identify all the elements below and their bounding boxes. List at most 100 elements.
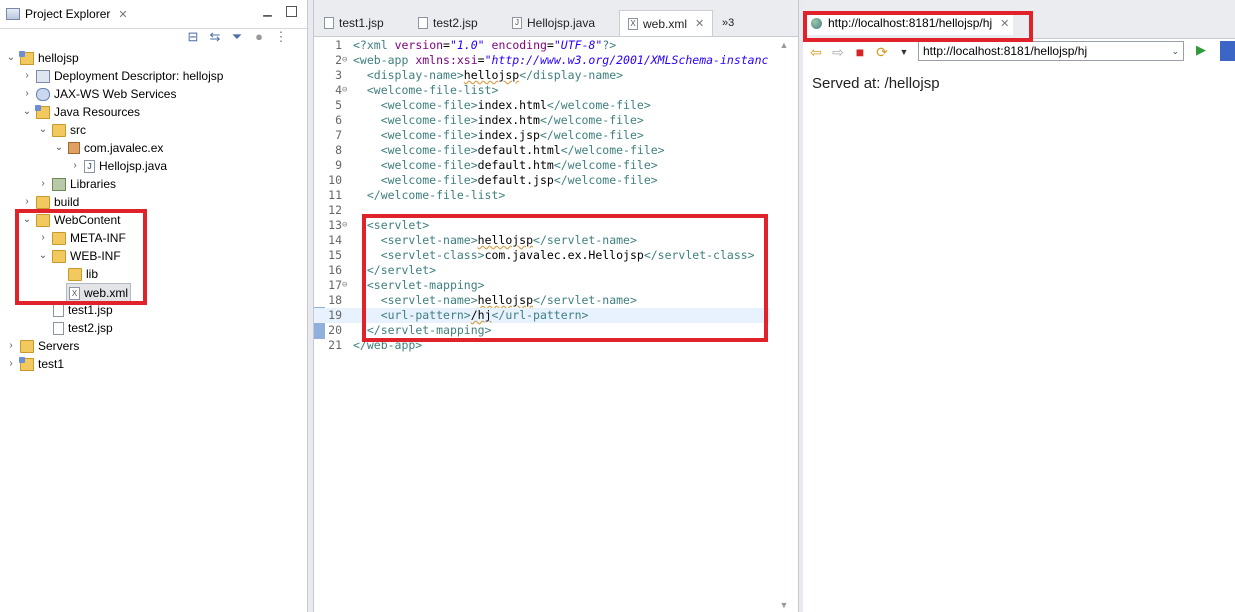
project-explorer-title: Project Explorer [25,7,111,21]
tree-item-deployment-descriptor[interactable]: › Deployment Descriptor: hellojsp [21,67,223,85]
tab-label: web.xml [643,16,688,31]
project-explorer-icon [6,8,20,20]
package-icon [68,142,80,154]
fold-icon[interactable]: ⊖ [342,278,352,293]
jsp-file-icon [53,321,64,335]
line-number: 5 [335,98,342,112]
tree-item-jax-ws[interactable]: › JAX-WS Web Services [21,85,176,103]
code-line: 7 <welcome-file>index.jsp</welcome-file> [314,128,770,143]
chevron-down-icon[interactable]: ▼ [895,43,913,61]
line-number: 6 [335,113,342,127]
fold-icon[interactable]: ⊖ [342,83,352,98]
editor-tabbar: test1.jsp test2.jsp J Hellojsp.java Xweb.… [314,0,798,37]
tree-item-label: test1 [38,357,65,371]
folder-icon [36,195,50,209]
chevron-down-icon[interactable]: ⌄ [1171,42,1179,60]
fold-icon[interactable]: ⊖ [342,53,352,68]
refresh-icon[interactable]: ⟳ [873,43,891,61]
link-editor-icon[interactable]: ⇆ [207,29,223,45]
jsp-file-icon [53,303,64,317]
line-number: 4 [335,83,342,97]
chevron-right-icon[interactable]: › [5,355,17,373]
code-line: 9 <welcome-file>default.htm</welcome-fil… [314,158,770,173]
tab-test1-jsp[interactable]: test1.jsp [316,10,392,36]
scroll-down-icon[interactable]: ▼ [770,600,798,610]
tree-item-java-resources[interactable]: ⌄ Java Resources [21,103,140,121]
folder-icon [20,339,34,353]
tree-item-libraries[interactable]: › Libraries [37,175,116,193]
tree-item-label: Libraries [70,177,117,191]
explorer-toolbar: ⊟ ⇆ ⏷ ● ⋮ [185,29,289,49]
line-number: 1 [335,38,342,52]
line-number: 3 [335,68,342,82]
tab-project-explorer[interactable]: Project Explorer ✕ [0,0,134,28]
chevron-down-icon[interactable]: ⌄ [37,121,49,139]
chevron-down-icon[interactable]: ⌄ [5,49,17,67]
tree-item-package[interactable]: ⌄ com.javalec.ex [53,139,164,157]
close-icon[interactable]: ✕ [118,8,127,21]
tab-test2-jsp[interactable]: test2.jsp [410,10,486,36]
editor-panel: test1.jsp test2.jsp J Hellojsp.java Xweb.… [313,0,799,612]
project-icon [19,356,34,371]
tab-overflow[interactable]: »3 [714,10,742,36]
chevron-down-icon[interactable]: ⌄ [53,139,65,157]
code-line: 3 <display-name>hellojsp</display-name> [314,68,770,83]
tab-web-xml[interactable]: Xweb.xml ✕ [619,10,714,36]
close-icon[interactable]: ✕ [695,17,704,30]
collapse-all-icon[interactable]: ⊟ [185,29,201,45]
tree-item-label: test2.jsp [68,321,113,335]
maximize-icon[interactable] [286,6,297,17]
filter-icon[interactable]: ⏷ [229,29,245,45]
tree-item-label: JAX-WS Web Services [54,87,177,101]
tree-item-label: hellojsp [38,51,79,65]
tree-item-hellojsp-java[interactable]: › J Hellojsp.java [69,157,167,175]
tree-item-hellojsp[interactable]: ⌄ hellojsp [5,49,79,67]
chevron-down-icon[interactable]: ⌄ [21,103,33,121]
chevron-right-icon[interactable]: › [21,67,33,85]
code-line: 1 <?xml version="1.0" encoding="UTF-8"?> [314,38,770,53]
line-number: 20 [328,323,342,337]
external-browser-icon[interactable] [1220,41,1235,61]
code-line: 2 ⊖ <web-app xmlns:xsi="http://www.w3.org/… [314,53,770,68]
chevron-right-icon[interactable]: › [5,337,17,355]
url-input[interactable]: http://localhost:8181/hellojsp/hj ⌄ [918,41,1184,61]
line-number: 14 [328,233,342,247]
java-resources-icon [35,104,50,119]
java-file-icon: J [512,17,522,29]
line-number: 10 [328,173,342,187]
fold-icon[interactable]: ⊖ [342,218,352,233]
project-explorer-tabbar: Project Explorer ✕ ▁ [0,0,307,29]
back-icon[interactable]: ⇦ [807,43,825,61]
tree-item-servers[interactable]: › Servers [5,337,79,355]
xml-file-icon: X [628,17,638,30]
tab-hellojsp-java[interactable]: J Hellojsp.java [504,10,603,36]
code-line: 10 <welcome-file>default.jsp</welcome-fi… [314,173,770,188]
tree-item-label: Hellojsp.java [99,159,168,173]
tree-item-src[interactable]: ⌄ src [37,121,86,139]
tree-item-label: Deployment Descriptor: hellojsp [54,69,224,83]
editor-vertical-scrollbar[interactable]: ▲ ▼ [770,38,798,612]
tree-item-test2-jsp[interactable]: test2.jsp [53,319,113,337]
browser-panel: http://localhost:8181/hellojsp/hj ✕ ⇦ ⇨ … [803,0,1235,612]
scroll-up-icon[interactable]: ▲ [770,40,798,50]
chevron-right-icon[interactable]: › [37,175,49,193]
url-text: http://localhost:8181/hellojsp/hj [923,44,1088,58]
line-number: 2 [335,53,342,67]
view-menu-icon[interactable]: ⋮ [273,29,289,45]
line-number: 15 [328,248,342,262]
chevron-right-icon[interactable]: › [21,85,33,103]
views-icon[interactable]: ● [251,29,267,45]
annotation-box-url [803,11,1033,42]
tree-item-test1[interactable]: › test1 [5,355,64,373]
line-number: 16 [328,263,342,277]
code-line: 6 <welcome-file>index.htm</welcome-file> [314,113,770,128]
tree-item-label: Servers [38,339,80,353]
forward-icon[interactable]: ⇨ [829,43,847,61]
line-number: 18 [328,293,342,307]
go-icon[interactable]: ▶ [1196,42,1206,58]
stop-icon[interactable]: ■ [851,43,869,61]
minimize-icon[interactable]: ▁ [262,6,273,17]
chevron-right-icon[interactable]: › [69,157,81,175]
line-number: 17 [328,278,342,292]
tab-overflow-label: »3 [722,17,735,29]
